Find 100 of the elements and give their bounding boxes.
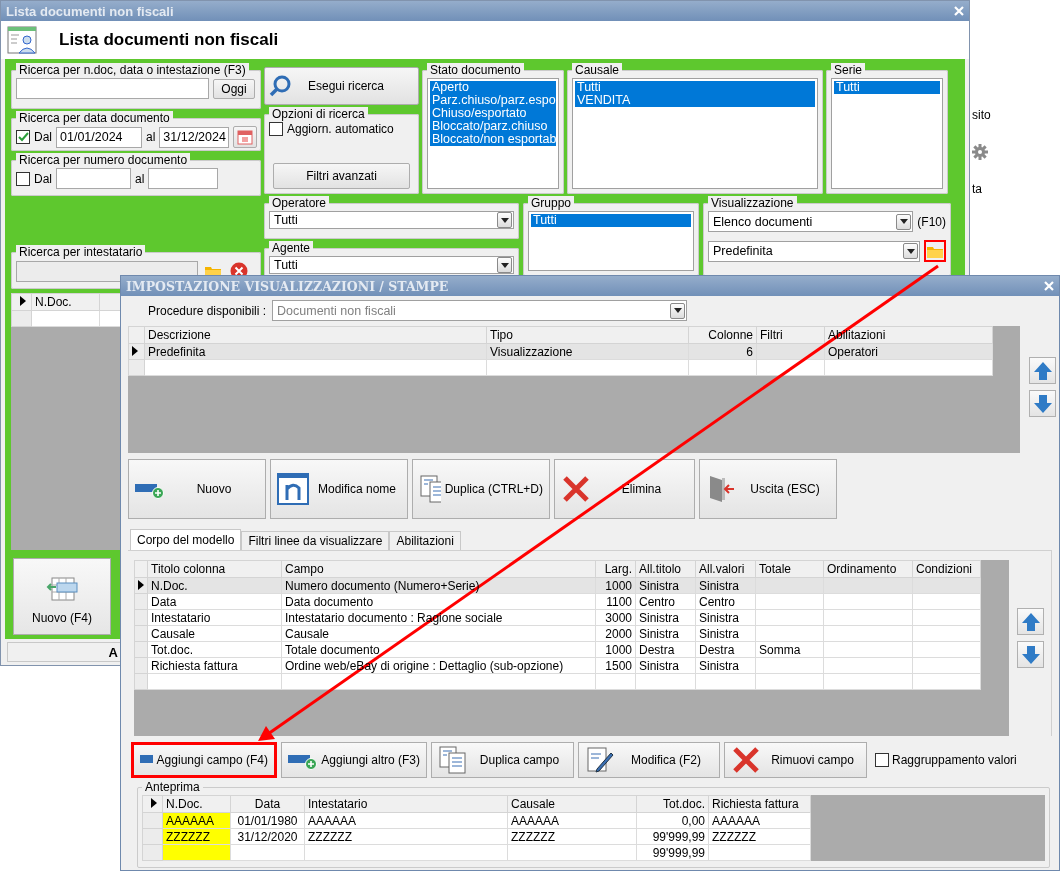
list-item[interactable]: VENDITA — [575, 94, 815, 107]
tab[interactable]: Abilitazioni — [389, 531, 461, 550]
move-down-button[interactable] — [1029, 390, 1056, 417]
column-header[interactable]: Totale — [755, 560, 824, 578]
column-header[interactable]: Descrizione — [144, 326, 487, 344]
date-field[interactable]: 01/01/2024 — [56, 126, 142, 148]
column-header[interactable]: N.Doc. — [162, 795, 231, 813]
field-button[interactable]: Aggiungi altro (F3) — [281, 742, 427, 778]
dropdown[interactable]: Elenco documenti — [708, 211, 914, 232]
column-header[interactable]: Tipo — [486, 326, 689, 344]
caret-icon[interactable] — [896, 213, 912, 230]
list-box[interactable]: Tutti — [528, 211, 694, 271]
field-label: al — [135, 171, 145, 186]
new-button[interactable]: Nuovo (F4) — [13, 558, 111, 635]
move-down-button[interactable] — [1017, 641, 1044, 668]
column-header[interactable]: Intestatario — [304, 795, 508, 813]
column-header[interactable]: Richiesta fattura — [708, 795, 811, 813]
page-heading: Lista documenti non fiscali — [59, 30, 279, 50]
group-label: Ricerca per intestatario — [16, 245, 146, 259]
action-button[interactable]: Elimina — [554, 459, 695, 519]
dropdown[interactable]: Tutti — [269, 256, 514, 274]
field-button[interactable]: Aggiungi campo (F4) — [131, 742, 277, 778]
action-button[interactable]: Nuovo — [128, 459, 266, 519]
list-box[interactable]: Tutti — [831, 78, 943, 189]
search-icon — [269, 75, 291, 97]
list-item[interactable]: Aperto — [430, 81, 556, 94]
column-header[interactable]: All.titolo — [635, 560, 696, 578]
column-header[interactable]: Colonne — [688, 326, 757, 344]
action-button[interactable]: Modifica nome — [270, 459, 408, 519]
run-search-button[interactable]: Esegui ricerca — [264, 67, 419, 105]
list-item[interactable]: Tutti — [531, 214, 691, 227]
close-icon[interactable] — [1043, 280, 1055, 292]
window-text: sito — [972, 108, 991, 122]
column-header[interactable]: Filtri — [756, 326, 825, 344]
column-header[interactable]: N.Doc. — [31, 293, 100, 311]
move-up-button[interactable] — [1029, 357, 1056, 384]
list-item[interactable]: Parz.chiuso/parz.espo — [430, 94, 556, 107]
row-pointer-icon — [151, 798, 157, 808]
list-item[interactable]: Chiuso/esportato — [430, 107, 556, 120]
caret-icon[interactable] — [497, 257, 512, 273]
field-label: Procedure disponibili : — [148, 303, 267, 318]
column-header[interactable]: Tot.doc. — [636, 795, 709, 813]
caret-icon[interactable] — [670, 302, 686, 319]
tab[interactable]: Corpo del modello — [130, 529, 242, 550]
list-item[interactable]: Tutti — [834, 81, 940, 94]
advanced-filters-button[interactable]: Filtri avanzati — [273, 163, 410, 189]
list-item[interactable]: Tutti — [575, 81, 815, 94]
checkbox[interactable] — [269, 122, 283, 136]
checkbox[interactable] — [16, 171, 30, 186]
move-up-button[interactable] — [1017, 608, 1044, 635]
action-button[interactable]: Uscita (ESC) — [699, 459, 837, 519]
column-header[interactable]: Data — [230, 795, 305, 813]
caret-icon[interactable] — [903, 243, 918, 259]
close-icon[interactable] — [953, 5, 965, 17]
field-button[interactable]: Modifica (F2) — [578, 742, 720, 778]
list-item[interactable]: Bloccato/parz.chiuso — [430, 120, 556, 133]
caret-icon[interactable] — [497, 212, 512, 228]
checkbox-label: Aggiorn. automatico — [287, 122, 394, 136]
field-button[interactable]: Duplica campo — [431, 742, 574, 778]
dropdown[interactable]: Tutti — [269, 211, 514, 229]
dropdown[interactable]: Predefinita — [708, 240, 920, 262]
documents-icon — [419, 474, 441, 504]
group-label: Agente — [269, 241, 314, 255]
list-box[interactable]: Aperto Parz.chiuso/parz.espo Chiuso/esportato Bloccato/parz.chiuso Bloccato/non esportab — [427, 78, 559, 189]
gear-icon[interactable] — [972, 144, 988, 160]
shortcut-label: (F10) — [917, 214, 946, 229]
column-header[interactable]: Condizioni — [912, 560, 981, 578]
group-label: Causale — [572, 63, 623, 77]
calendar-button[interactable] — [233, 126, 258, 148]
group-label: Opzioni di ricerca — [269, 107, 368, 121]
today-button[interactable]: Oggi — [213, 78, 255, 99]
column-header[interactable]: Causale — [507, 795, 637, 813]
documents-icon — [438, 745, 468, 775]
column-header[interactable]: All.valori — [695, 560, 756, 578]
action-button[interactable]: Duplica (CTRL+D) — [412, 459, 550, 519]
edit-icon — [585, 745, 615, 775]
open-layout-button[interactable] — [924, 240, 946, 262]
group-label: Anteprima — [142, 780, 203, 794]
checkbox[interactable] — [16, 130, 30, 144]
search-field[interactable] — [16, 78, 209, 99]
date-field[interactable]: 31/12/2024 — [159, 126, 230, 148]
tab[interactable]: Filtri linee da visualizzare — [241, 531, 390, 550]
column-header[interactable]: Campo — [281, 560, 596, 578]
group-label: Serie — [831, 63, 865, 77]
column-header[interactable]: Titolo colonna — [147, 560, 282, 578]
column-header[interactable]: Ordinamento — [823, 560, 913, 578]
down-arrow-icon — [1032, 393, 1053, 414]
checkbox-label: Dal — [34, 130, 52, 144]
list-box[interactable]: Tutti VENDITA — [572, 78, 818, 189]
dropdown[interactable]: Documenti non fiscali — [272, 300, 688, 321]
row-pointer-icon — [132, 345, 138, 356]
checkbox[interactable] — [875, 753, 889, 767]
window-title: Lista documenti non fiscali — [6, 3, 174, 19]
list-item[interactable]: Bloccato/non esportab — [430, 133, 556, 146]
column-header[interactable]: Larg. — [595, 560, 636, 578]
field-button[interactable]: Rimuovi campo — [724, 742, 867, 778]
number-field[interactable] — [56, 168, 131, 189]
number-field[interactable] — [148, 168, 219, 189]
field-label: al — [146, 130, 156, 144]
down-arrow-icon — [1020, 644, 1041, 665]
